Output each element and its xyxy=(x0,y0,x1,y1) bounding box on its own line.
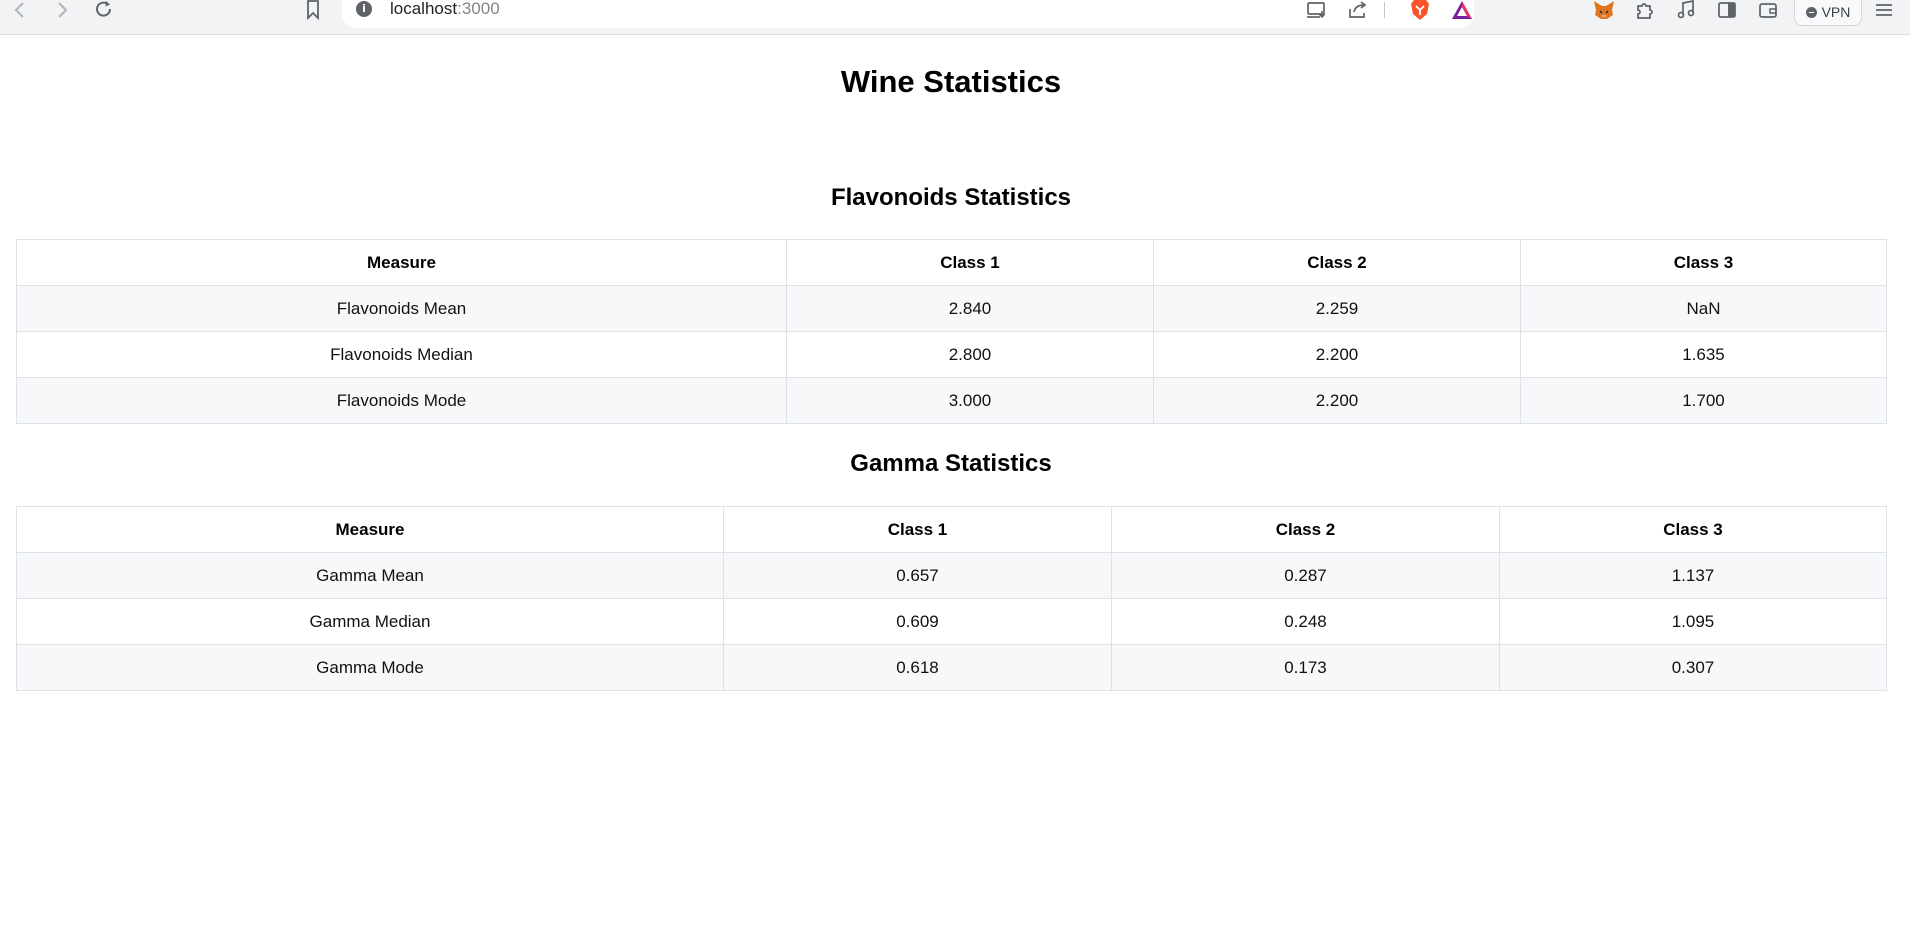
value-cell: 0.173 xyxy=(1111,644,1500,691)
column-header-class-3: Class 3 xyxy=(1499,506,1887,553)
measure-cell: Flavonoids Mean xyxy=(16,285,787,332)
measure-cell: Flavonoids Median xyxy=(16,331,787,378)
chevron-left-icon xyxy=(14,2,24,18)
value-cell: 2.800 xyxy=(786,331,1154,378)
table-row: Gamma Median 0.609 0.248 1.095 xyxy=(16,598,1887,645)
column-header-measure: Measure xyxy=(16,239,787,286)
address-bar-separator xyxy=(1384,2,1385,18)
vpn-label: VPN xyxy=(1821,4,1851,20)
column-header-class-1: Class 1 xyxy=(723,506,1112,553)
vpn-button[interactable]: VPN xyxy=(1794,0,1862,26)
table-header-row: Measure Class 1 Class 2 Class 3 xyxy=(16,239,1887,286)
menu-button[interactable] xyxy=(1872,0,1896,20)
measure-cell: Gamma Mode xyxy=(16,644,724,691)
column-header-class-1: Class 1 xyxy=(786,239,1154,286)
extensions-button[interactable] xyxy=(1633,0,1657,20)
address-bar[interactable]: i localhost:3000 xyxy=(342,0,1474,28)
column-header-class-2: Class 2 xyxy=(1111,506,1500,553)
share-icon xyxy=(1349,1,1367,18)
table-row: Gamma Mode 0.618 0.173 0.307 xyxy=(16,644,1887,691)
url-host: localhost xyxy=(390,0,458,18)
gamma-section-title: Gamma Statistics xyxy=(850,450,1052,477)
gamma-table: Measure Class 1 Class 2 Class 3 Gamma Me… xyxy=(16,506,1887,691)
measure-cell: Gamma Median xyxy=(16,598,724,645)
table-row: Flavonoids Mode 3.000 2.200 1.700 xyxy=(16,377,1887,424)
table-header-row: Measure Class 1 Class 2 Class 3 xyxy=(16,506,1887,553)
value-cell: 1.700 xyxy=(1520,377,1887,424)
media-button[interactable] xyxy=(1674,0,1698,20)
value-cell: 1.635 xyxy=(1520,331,1887,378)
url-text[interactable]: localhost:3000 xyxy=(390,0,500,19)
brave-rewards-button[interactable] xyxy=(1450,0,1474,20)
fox-icon xyxy=(1594,1,1614,19)
value-cell: 1.137 xyxy=(1499,552,1887,599)
wallet-button[interactable] xyxy=(1756,0,1780,20)
reload-button[interactable] xyxy=(92,0,116,20)
vpn-status-icon xyxy=(1805,6,1817,18)
url-port: :3000 xyxy=(457,0,500,18)
page-title: Wine Statistics xyxy=(840,64,1062,99)
triangle-icon xyxy=(1452,1,1472,19)
info-icon[interactable]: i xyxy=(356,1,372,17)
back-button[interactable] xyxy=(8,0,32,20)
hamburger-icon xyxy=(1876,4,1892,16)
value-cell: 2.200 xyxy=(1153,377,1521,424)
metamask-button[interactable] xyxy=(1592,0,1616,20)
table-row: Flavonoids Median 2.800 2.200 1.635 xyxy=(16,331,1887,378)
music-note-icon xyxy=(1677,0,1695,19)
measure-cell: Flavonoids Mode xyxy=(16,377,787,424)
column-header-class-3: Class 3 xyxy=(1520,239,1887,286)
value-cell: 2.200 xyxy=(1153,331,1521,378)
brave-lion-icon xyxy=(1411,0,1429,20)
flavonoids-section-title: Flavonoids Statistics xyxy=(830,184,1072,211)
wallet-icon xyxy=(1759,3,1777,18)
table-row: Flavonoids Mean 2.840 2.259 NaN xyxy=(16,285,1887,332)
value-cell: 0.287 xyxy=(1111,552,1500,599)
cast-icon xyxy=(1307,2,1326,19)
bookmark-icon xyxy=(307,0,319,20)
value-cell: 2.259 xyxy=(1153,285,1521,332)
column-header-class-2: Class 2 xyxy=(1153,239,1521,286)
value-cell: NaN xyxy=(1520,285,1887,332)
value-cell: 0.609 xyxy=(723,598,1112,645)
puzzle-icon xyxy=(1637,3,1653,19)
value-cell: 0.618 xyxy=(723,644,1112,691)
value-cell: 0.307 xyxy=(1499,644,1887,691)
cast-button[interactable] xyxy=(1305,0,1329,20)
share-button[interactable] xyxy=(1346,0,1370,20)
flavonoids-table: Measure Class 1 Class 2 Class 3 Flavonoi… xyxy=(16,239,1887,424)
brave-shields-button[interactable] xyxy=(1408,0,1432,20)
reload-icon xyxy=(96,1,112,17)
value-cell: 2.840 xyxy=(786,285,1154,332)
measure-cell: Gamma Mean xyxy=(16,552,724,599)
table-row: Gamma Mean 0.657 0.287 1.137 xyxy=(16,552,1887,599)
browser-toolbar: i localhost:3000 VPN xyxy=(0,0,1910,35)
value-cell: 0.657 xyxy=(723,552,1112,599)
bookmark-button[interactable] xyxy=(301,0,325,20)
chevron-right-icon xyxy=(58,2,68,18)
column-header-measure: Measure xyxy=(16,506,724,553)
value-cell: 3.000 xyxy=(786,377,1154,424)
sidebar-icon xyxy=(1718,2,1736,18)
forward-button[interactable] xyxy=(50,0,74,20)
value-cell: 0.248 xyxy=(1111,598,1500,645)
sidebar-button[interactable] xyxy=(1715,0,1739,20)
value-cell: 1.095 xyxy=(1499,598,1887,645)
